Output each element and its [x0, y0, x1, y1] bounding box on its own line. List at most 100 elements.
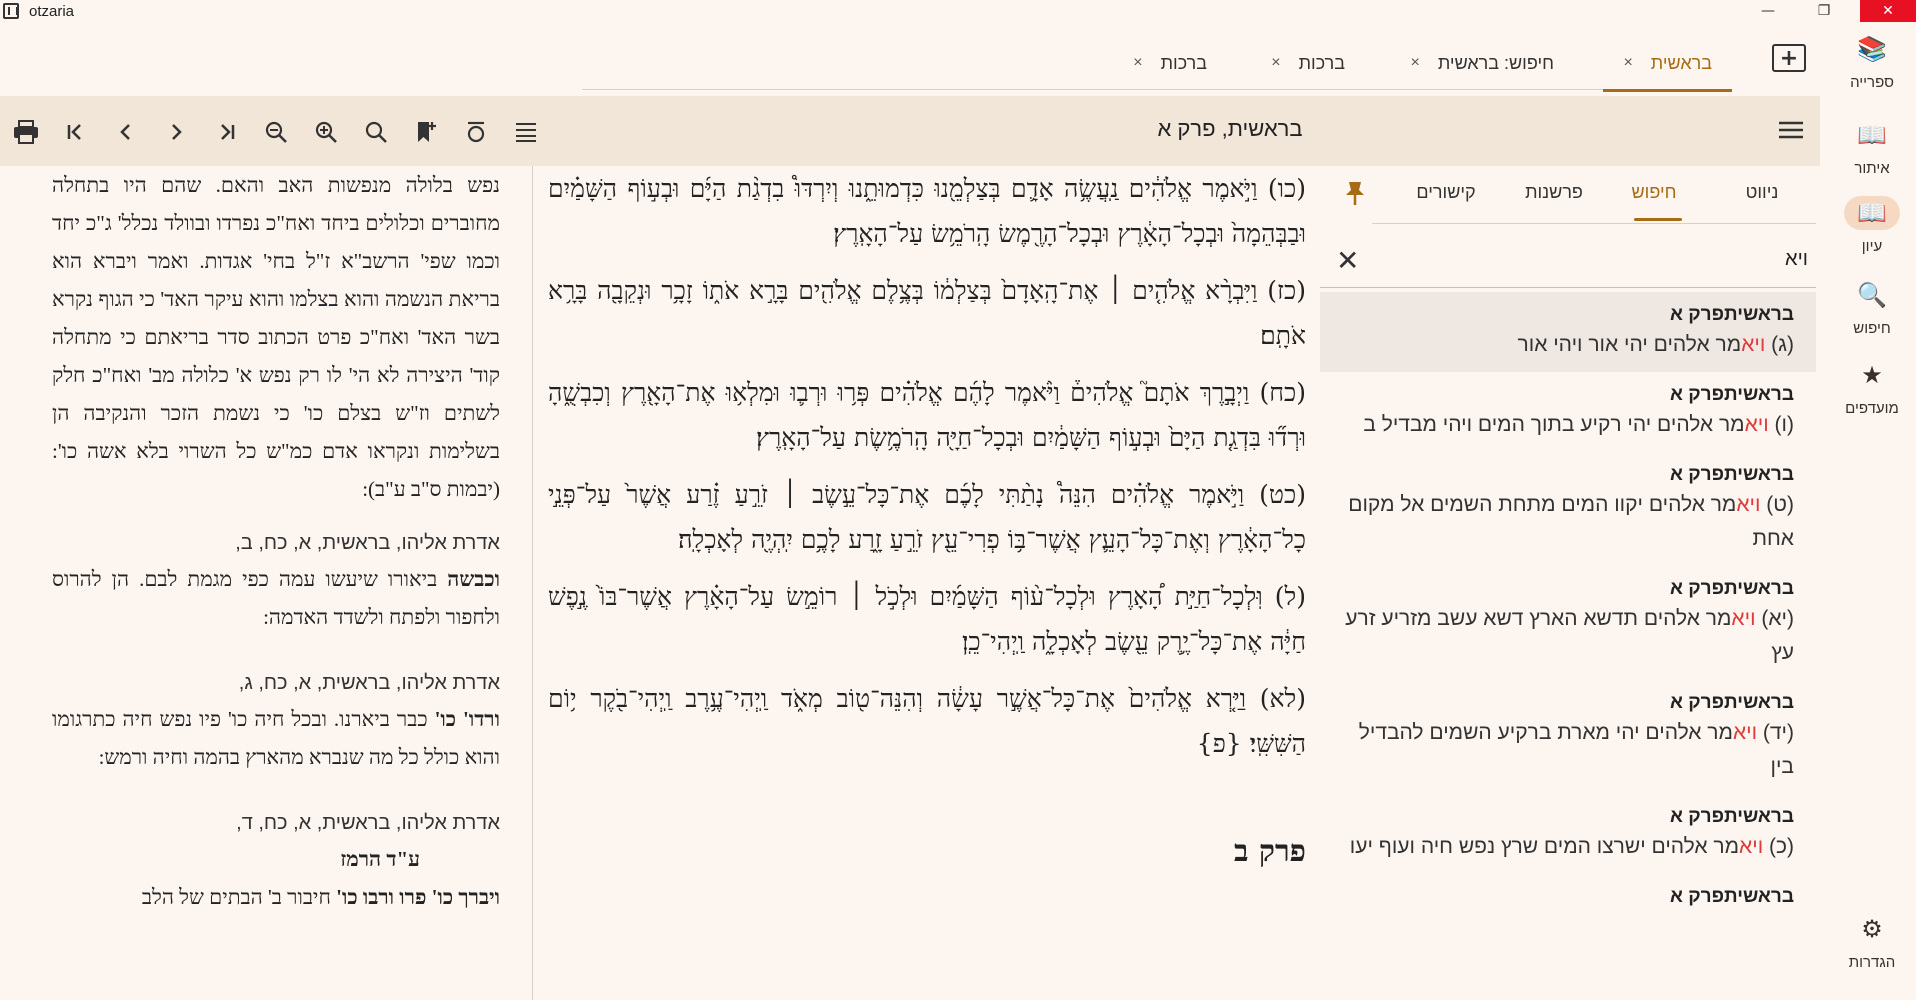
commentary-source[interactable]: אדרת אליהו, בראשית, א, כח, ד, [52, 806, 500, 840]
result-hit: ויא [1739, 835, 1764, 858]
tab-search[interactable]: חיפוש [1604, 182, 1704, 221]
result-hit: ויא [1744, 413, 1769, 436]
commentary-paragraph: נפש בלולה מנפשות האב והאם. שהם היו בתחלה… [52, 173, 500, 501]
result-snippet: (ט) ויאמר אלהים יקוו המים מתחת השמים אל … [1338, 488, 1794, 556]
main-text-panel[interactable]: (כו) וַיֹּ֣אמֶר אֱלֹהִ֔ים נַֽעֲשֶׂ֥ה אָד… [542, 166, 1306, 1000]
list-view-icon[interactable] [512, 118, 540, 146]
result-verse-number: (יא) [1755, 607, 1794, 630]
tab-commentaries[interactable]: פרשנות [1504, 182, 1604, 203]
search-result[interactable]: בראשיתפרק א (יא) ויאמר אלהים תדשא הארץ ד… [1320, 566, 1816, 680]
commentary-source[interactable]: אדרת אליהו, בראשית, א, כח, ב, [52, 526, 500, 560]
side-panel: ניווט חיפוש פרשנות קישורים ויא ✕ בראשיתפ… [1320, 166, 1816, 1000]
commentary-paragraph: ורדו' כו' כבר ביארנו. ובכל חיה כו' פיו נ… [52, 700, 500, 776]
tab-close-icon[interactable]: × [1623, 54, 1632, 72]
search-input-value[interactable]: ויא [1785, 248, 1808, 271]
tab-close-icon[interactable]: × [1133, 54, 1142, 72]
result-title: בראשיתפרק א [1670, 464, 1794, 485]
zoom-out-icon[interactable] [262, 118, 290, 146]
nav-find-book[interactable]: 📖 איתור [1836, 118, 1908, 177]
result-snippet: (יא) ויאמר אלהים תדשא הארץ דשא עשב מזריע… [1338, 602, 1794, 670]
hamburger-menu-icon[interactable] [1778, 118, 1804, 146]
search-result[interactable]: בראשיתפרק א (יד) ויאמר אלהים יהי מארת בר… [1320, 680, 1816, 794]
result-text: מר אלהים ישרצו המים שרץ נפש חיה ועוף יעו [1349, 835, 1740, 858]
clear-search-icon[interactable]: ✕ [1336, 244, 1359, 277]
nav-library[interactable]: 📚 ספרייה [1836, 32, 1908, 91]
zoom-in-icon[interactable] [312, 118, 340, 146]
verse-30[interactable]: (ל) וּֽלְכָל־חַיַּ֣ת הָ֠אָרֶץ וּלְכָל־ע֨… [548, 574, 1306, 664]
star-icon: ★ [1861, 361, 1883, 389]
reading-icon: 📖 [1844, 196, 1900, 230]
result-verse-number: (ט) [1760, 493, 1794, 516]
previous-icon[interactable] [112, 118, 140, 146]
nav-favorites[interactable]: ★ מועדפים [1836, 358, 1908, 417]
split-view-icon[interactable] [462, 118, 490, 146]
nav-search-label: חיפוש [1853, 320, 1891, 337]
search-result[interactable]: בראשיתפרק א [1320, 874, 1816, 920]
close-button[interactable]: ✕ [1860, 0, 1916, 22]
nav-favorites-label: מועדפים [1845, 400, 1899, 417]
search-icon[interactable] [362, 118, 390, 146]
commentary-panel[interactable]: נפש בלולה מנפשות האב והאם. שהם היו בתחלה… [0, 166, 533, 1000]
app-logo-icon [3, 3, 19, 19]
new-tab-button[interactable]: + [1772, 44, 1806, 72]
tab-brachot-2[interactable]: ברכות × [1113, 36, 1227, 90]
nav-reading[interactable]: 📖 עיון [1836, 196, 1908, 255]
pin-icon[interactable] [1344, 180, 1366, 212]
result-text: מר אלהים תדשא הארץ דשא עשב מזריע זרע עץ [1345, 607, 1794, 664]
result-hit: ויא [1736, 493, 1761, 516]
tab-brachot-1[interactable]: ברכות × [1251, 36, 1365, 90]
result-title: בראשיתפרק א [1670, 304, 1794, 325]
tab-search-bereshit[interactable]: חיפוש: בראשית × [1390, 36, 1574, 90]
verse-31[interactable]: (לא) וַיַּ֤רְא אֱלֹהִים֙ אֶת־כָּל־אֲשֶׁ֣… [548, 676, 1306, 766]
result-title: בראשיתפרק א [1670, 806, 1794, 827]
commentary-text: כבר ביארנו. ובכל חיה כו' פיו נפש חיה כתר… [52, 707, 500, 769]
search-result[interactable]: בראשיתפרק א (ג) ויאמר אלהים יהי אור ויהי… [1320, 292, 1816, 372]
commentary-paragraph: ע"ד הרמז [52, 840, 500, 878]
book-title: בראשית, פרק א [1157, 116, 1303, 141]
search-input[interactable]: ויא ✕ [1320, 236, 1816, 288]
plus-icon: + [1779, 45, 1799, 71]
result-title: בראשיתפרק א [1670, 384, 1794, 405]
tab-bereshit[interactable]: בראשית × [1603, 36, 1732, 92]
chapter-heading: פרק ב [1233, 834, 1306, 869]
search-results-list: בראשיתפרק א (ג) ויאמר אלהים יהי אור ויהי… [1320, 292, 1816, 920]
commentary-heading: ויברך כו' פרו ורבו כו' [336, 885, 500, 909]
commentary-heading: ורדו' כו' [434, 707, 501, 731]
tab-close-icon[interactable]: × [1410, 54, 1419, 72]
result-text: מר אלהים יהי רקיע בתוך המים ויהי מבדיל ב [1363, 413, 1745, 436]
next-icon[interactable] [162, 118, 190, 146]
maximize-button[interactable]: ❐ [1796, 0, 1852, 22]
search-result[interactable]: בראשיתפרק א (כ) ויאמר אלהים ישרצו המים ש… [1320, 794, 1816, 874]
first-page-icon[interactable] [62, 118, 90, 146]
nav-search[interactable]: 🔍 חיפוש [1836, 278, 1908, 337]
result-snippet: (ו) ויאמר אלהים יהי רקיע בתוך המים ויהי … [1338, 408, 1794, 442]
commentary-source[interactable]: אדרת אליהו, בראשית, א, כח, ג, [52, 666, 500, 700]
minimize-button[interactable]: — [1740, 0, 1796, 22]
verse-26[interactable]: (כו) וַיֹּ֣אמֶר אֱלֹהִ֔ים נַֽעֲשֶׂ֥ה אָד… [548, 166, 1306, 256]
last-page-icon[interactable] [212, 118, 240, 146]
result-snippet: (יד) ויאמר אלהים יהי מארת ברקיע השמים לה… [1338, 716, 1794, 784]
search-result[interactable]: בראשיתפרק א (ו) ויאמר אלהים יהי רקיע בתו… [1320, 372, 1816, 452]
verse-27[interactable]: (כז) וַיִּבְרָ֨א אֱלֹהִ֤ים ׀ אֶת־הָֽאָדָ… [548, 268, 1306, 358]
result-title: בראשיתפרק א [1670, 692, 1794, 713]
side-panel-tabs: ניווט חיפוש פרשנות קישורים [1372, 166, 1816, 224]
tab-label: חיפוש: בראשית [1437, 52, 1554, 73]
verse-29[interactable]: (כט) וַיֹּ֣אמֶר אֱלֹהִ֗ים הִנֵּה֩ נָתַ֨ת… [548, 472, 1306, 562]
window-title: otzaria [29, 2, 75, 20]
nav-settings[interactable]: ⚙ הגדרות [1836, 912, 1908, 971]
result-hit: ויא [1741, 333, 1766, 356]
tab-label: ברכות [1298, 52, 1345, 73]
commentary-heading: ע"ד הרמז [340, 847, 420, 871]
title-bar: otzaria — ❐ ✕ [0, 0, 1916, 22]
nav-rail: 📚 ספרייה 📖 איתור 📖 עיון 🔍 חיפוש ★ מועדפי… [1828, 22, 1916, 1000]
tab-links[interactable]: קישורים [1396, 182, 1496, 203]
print-icon[interactable] [12, 118, 40, 146]
search-result[interactable]: בראשיתפרק א (ט) ויאמר אלהים יקוו המים מת… [1320, 452, 1816, 566]
tab-close-icon[interactable]: × [1271, 54, 1280, 72]
commentary-paragraph: וכבשה ביאורו שיעשו עמה כפי מגמת לבם. הן … [52, 560, 500, 636]
verse-28[interactable]: (כח) וַיְבָ֣רֶךְ אֹתָם֮ אֱלֹהִים֒ וַיֹּ֨… [548, 370, 1306, 460]
bookmark-add-icon[interactable] [412, 118, 440, 146]
tab-navigation[interactable]: ניווט [1712, 182, 1812, 203]
nav-reading-label: עיון [1861, 238, 1883, 255]
result-snippet: (כ) ויאמר אלהים ישרצו המים שרץ נפש חיה ו… [1338, 830, 1794, 864]
